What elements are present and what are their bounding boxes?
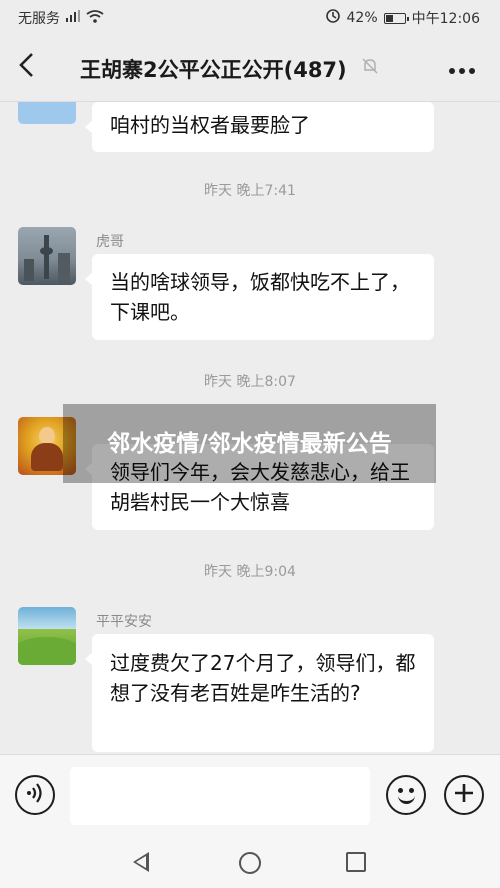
message-bubble[interactable]: 过度费欠了27个月了，领导们，都想了没有老百姓是咋生活的? <box>85 634 434 752</box>
message-input[interactable] <box>70 767 370 825</box>
system-nav-bar <box>0 836 500 888</box>
sender-name: 虎哥 <box>96 234 124 250</box>
clock-text: 中午12:06 <box>411 11 480 27</box>
status-left: 无服务 <box>18 8 104 28</box>
emoji-icon <box>389 778 424 813</box>
status-right: 42% 中午12:06 <box>325 8 480 28</box>
status-bar: 无服务 42% 中午12:06 <box>0 0 500 36</box>
message-timestamp: 昨天 晚上8:07 <box>204 374 296 390</box>
carrier-text: 无服务 <box>18 11 60 27</box>
avatar[interactable] <box>18 102 76 124</box>
message-timestamp: 昨天 晚上9:04 <box>204 564 296 580</box>
message-bubble[interactable]: 咱村的当权者最要脸了 <box>85 102 434 152</box>
message-text: 当的啥球领导，饭都快吃不上了，下课吧。 <box>110 270 410 324</box>
input-bar <box>0 754 500 836</box>
more-button[interactable] <box>448 54 476 80</box>
overlay-banner: 邻水疫情/邻水疫情最新公告 <box>63 404 436 483</box>
message-timestamp: 昨天 晚上7:41 <box>204 183 296 199</box>
plus-button[interactable] <box>444 775 484 815</box>
back-button[interactable] <box>0 36 52 102</box>
message-bubble[interactable]: 当的啥球领导，饭都快吃不上了，下课吧。 <box>85 254 434 340</box>
chat-title: 王胡寨2公平公正公开(487) <box>80 57 347 82</box>
circle-home-icon[interactable] <box>239 852 261 874</box>
message-text: 咱村的当权者最要脸了 <box>110 113 310 137</box>
chevron-left-icon <box>18 51 34 86</box>
sender-name: 平平安安 <box>96 614 152 630</box>
square-recent-icon[interactable] <box>346 852 366 872</box>
avatar[interactable] <box>18 607 76 665</box>
voice-button[interactable] <box>15 775 55 815</box>
avatar[interactable] <box>18 227 76 285</box>
voice-icon <box>25 782 45 809</box>
alarm-icon <box>325 8 341 28</box>
signal-icon <box>66 10 80 26</box>
plus-icon <box>453 781 475 809</box>
message-text: 过度费欠了27个月了，领导们，都想了没有老百姓是咋生活的? <box>110 651 416 705</box>
battery-icon <box>383 12 409 24</box>
more-icon <box>448 52 476 82</box>
chat-header: 王胡寨2公平公正公开(487) <box>0 36 500 102</box>
battery-percent: 42% <box>346 10 378 26</box>
bell-muted-icon <box>361 57 379 80</box>
wifi-icon <box>86 9 104 27</box>
emoji-button[interactable] <box>386 775 426 815</box>
overlay-text: 邻水疫情/邻水疫情最新公告 <box>107 430 392 457</box>
triangle-back-icon[interactable] <box>133 852 149 872</box>
